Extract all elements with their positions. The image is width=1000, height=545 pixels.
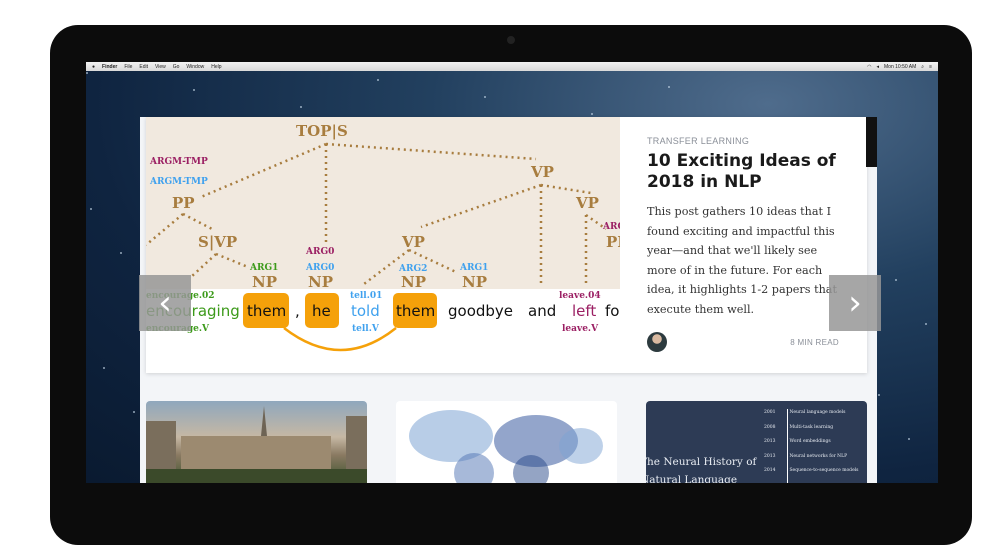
word: them bbox=[247, 302, 286, 320]
menubar-clock[interactable]: Mon 10:50 AM bbox=[884, 64, 916, 70]
word: goodbye bbox=[448, 302, 513, 320]
wifi-icon[interactable]: ◠ bbox=[867, 64, 871, 70]
role-label: ARG0 bbox=[305, 263, 334, 273]
timeline-entry: 2014 Sequence-to-sequence models bbox=[764, 468, 858, 483]
star bbox=[133, 411, 135, 413]
timeline-year: 2013 bbox=[764, 439, 776, 444]
carousel-next-button[interactable]: › bbox=[829, 275, 881, 331]
star bbox=[484, 96, 486, 98]
word: and bbox=[528, 302, 556, 320]
webcam bbox=[507, 36, 515, 44]
menu-finder[interactable]: Finder bbox=[102, 64, 117, 70]
star bbox=[908, 438, 910, 440]
star bbox=[878, 394, 880, 396]
screen: ● Finder File Edit View Go Window Help ◠… bbox=[86, 62, 938, 483]
post-category[interactable]: TRANSFER LEARNING bbox=[647, 136, 847, 146]
srl-parse-diagram: TOP|S PP S|VP VP VP VP PP NP NP NP NP AR… bbox=[146, 117, 620, 352]
star bbox=[300, 106, 302, 108]
timeline-label: Neural language models bbox=[789, 410, 846, 415]
post-excerpt: This post gathers 10 ideas that I found … bbox=[647, 205, 837, 316]
node-svp: S|VP bbox=[198, 233, 237, 251]
role-label: ARGM-TMP bbox=[149, 157, 208, 167]
star bbox=[90, 208, 92, 210]
star bbox=[591, 113, 593, 115]
timeline-entry: 2001 Neural language models bbox=[764, 410, 858, 425]
menu-edit[interactable]: Edit bbox=[139, 64, 148, 70]
featured-post-card[interactable]: TOP|S PP S|VP VP VP VP PP NP NP NP NP AR… bbox=[146, 117, 867, 373]
sense-label: tell.V bbox=[352, 324, 380, 334]
role-label: ARG1 bbox=[459, 263, 488, 273]
star bbox=[668, 86, 670, 88]
mac-menubar: ● Finder File Edit View Go Window Help ◠… bbox=[86, 62, 938, 71]
website: TOP|S PP S|VP VP VP VP PP NP NP NP NP AR… bbox=[139, 117, 881, 483]
word: them bbox=[396, 302, 435, 320]
star bbox=[925, 323, 927, 325]
sense-label: leave.V bbox=[562, 324, 599, 334]
timeline-label: Word embeddings bbox=[789, 439, 831, 444]
timeline-label: Neural networks for NLP bbox=[789, 453, 848, 459]
post-summary: TRANSFER LEARNING 10 Exciting Ideas of 2… bbox=[647, 136, 847, 319]
role-label: ARG2 bbox=[398, 264, 427, 274]
timeline-year: 2008 bbox=[764, 424, 776, 430]
node-pp: PP bbox=[606, 233, 620, 251]
sense-label: tell.01 bbox=[350, 291, 382, 301]
post-card-photo[interactable] bbox=[146, 401, 367, 483]
node-np: NP bbox=[401, 273, 426, 291]
timeline-year: 2014 bbox=[764, 468, 776, 473]
post-card-word-cloud[interactable] bbox=[396, 401, 617, 483]
node-vp: VP bbox=[401, 233, 425, 251]
menu-help[interactable]: Help bbox=[211, 64, 221, 70]
spotlight-icon[interactable]: ⌕ bbox=[921, 64, 924, 70]
star bbox=[86, 72, 88, 74]
timeline-label: Sequence-to-sequence models bbox=[789, 468, 859, 473]
role-label: ARGM-TMP bbox=[149, 177, 208, 187]
city-photo bbox=[146, 406, 367, 483]
star bbox=[193, 89, 195, 91]
star bbox=[895, 279, 897, 281]
sense-label: leave.04 bbox=[559, 291, 601, 301]
star bbox=[377, 79, 379, 81]
role-label: ARG0 bbox=[305, 247, 334, 257]
node-np: NP bbox=[252, 273, 277, 291]
node-np: NP bbox=[308, 273, 333, 291]
word: he bbox=[312, 302, 331, 320]
apple-icon[interactable]: ● bbox=[92, 64, 95, 70]
timeline-entry: 2013 Word embeddings bbox=[764, 439, 858, 454]
role-label: ARG1 bbox=[249, 263, 278, 273]
star bbox=[120, 252, 122, 254]
word: told bbox=[351, 302, 380, 320]
post-title[interactable]: 10 Exciting Ideas of 2018 in NLP bbox=[647, 151, 847, 193]
node-vp: VP bbox=[530, 163, 554, 181]
menu-window[interactable]: Window bbox=[186, 64, 204, 70]
chevron-right-icon: › bbox=[848, 283, 862, 323]
read-time: 8 MIN READ bbox=[790, 338, 839, 347]
role-label: ARG bbox=[602, 222, 620, 232]
node-vp: VP bbox=[575, 194, 599, 212]
card-title: The Neural History of Natural Language P… bbox=[646, 456, 757, 483]
timeline-entry: 2008 Multi-task learning bbox=[764, 425, 858, 440]
word-cloud-map-image bbox=[409, 410, 603, 483]
carousel-prev-button[interactable]: ‹ bbox=[139, 275, 191, 331]
star bbox=[103, 367, 105, 369]
timeline-entry: 2013 Neural networks for NLP bbox=[764, 454, 858, 469]
node-top: TOP|S bbox=[296, 122, 348, 140]
list-icon[interactable]: ≡ bbox=[929, 64, 932, 70]
menu-view[interactable]: View bbox=[155, 64, 166, 70]
post-card-neural-history[interactable]: The Neural History of Natural Language P… bbox=[646, 401, 867, 483]
volume-icon[interactable]: ◂ bbox=[877, 64, 880, 70]
word: left bbox=[572, 302, 596, 320]
timeline-label: Multi-task learning bbox=[789, 424, 834, 430]
timeline-year: 2013 bbox=[764, 453, 776, 459]
word: fo bbox=[605, 302, 619, 320]
node-pp: PP bbox=[172, 194, 195, 212]
menu-file[interactable]: File bbox=[124, 64, 132, 70]
node-np: NP bbox=[462, 273, 487, 291]
scrollbar[interactable] bbox=[866, 117, 877, 167]
author-avatar[interactable] bbox=[647, 332, 667, 352]
chevron-left-icon: ‹ bbox=[158, 283, 172, 323]
timeline-year: 2001 bbox=[764, 410, 776, 415]
menu-go[interactable]: Go bbox=[173, 64, 180, 70]
word: , bbox=[295, 302, 300, 320]
